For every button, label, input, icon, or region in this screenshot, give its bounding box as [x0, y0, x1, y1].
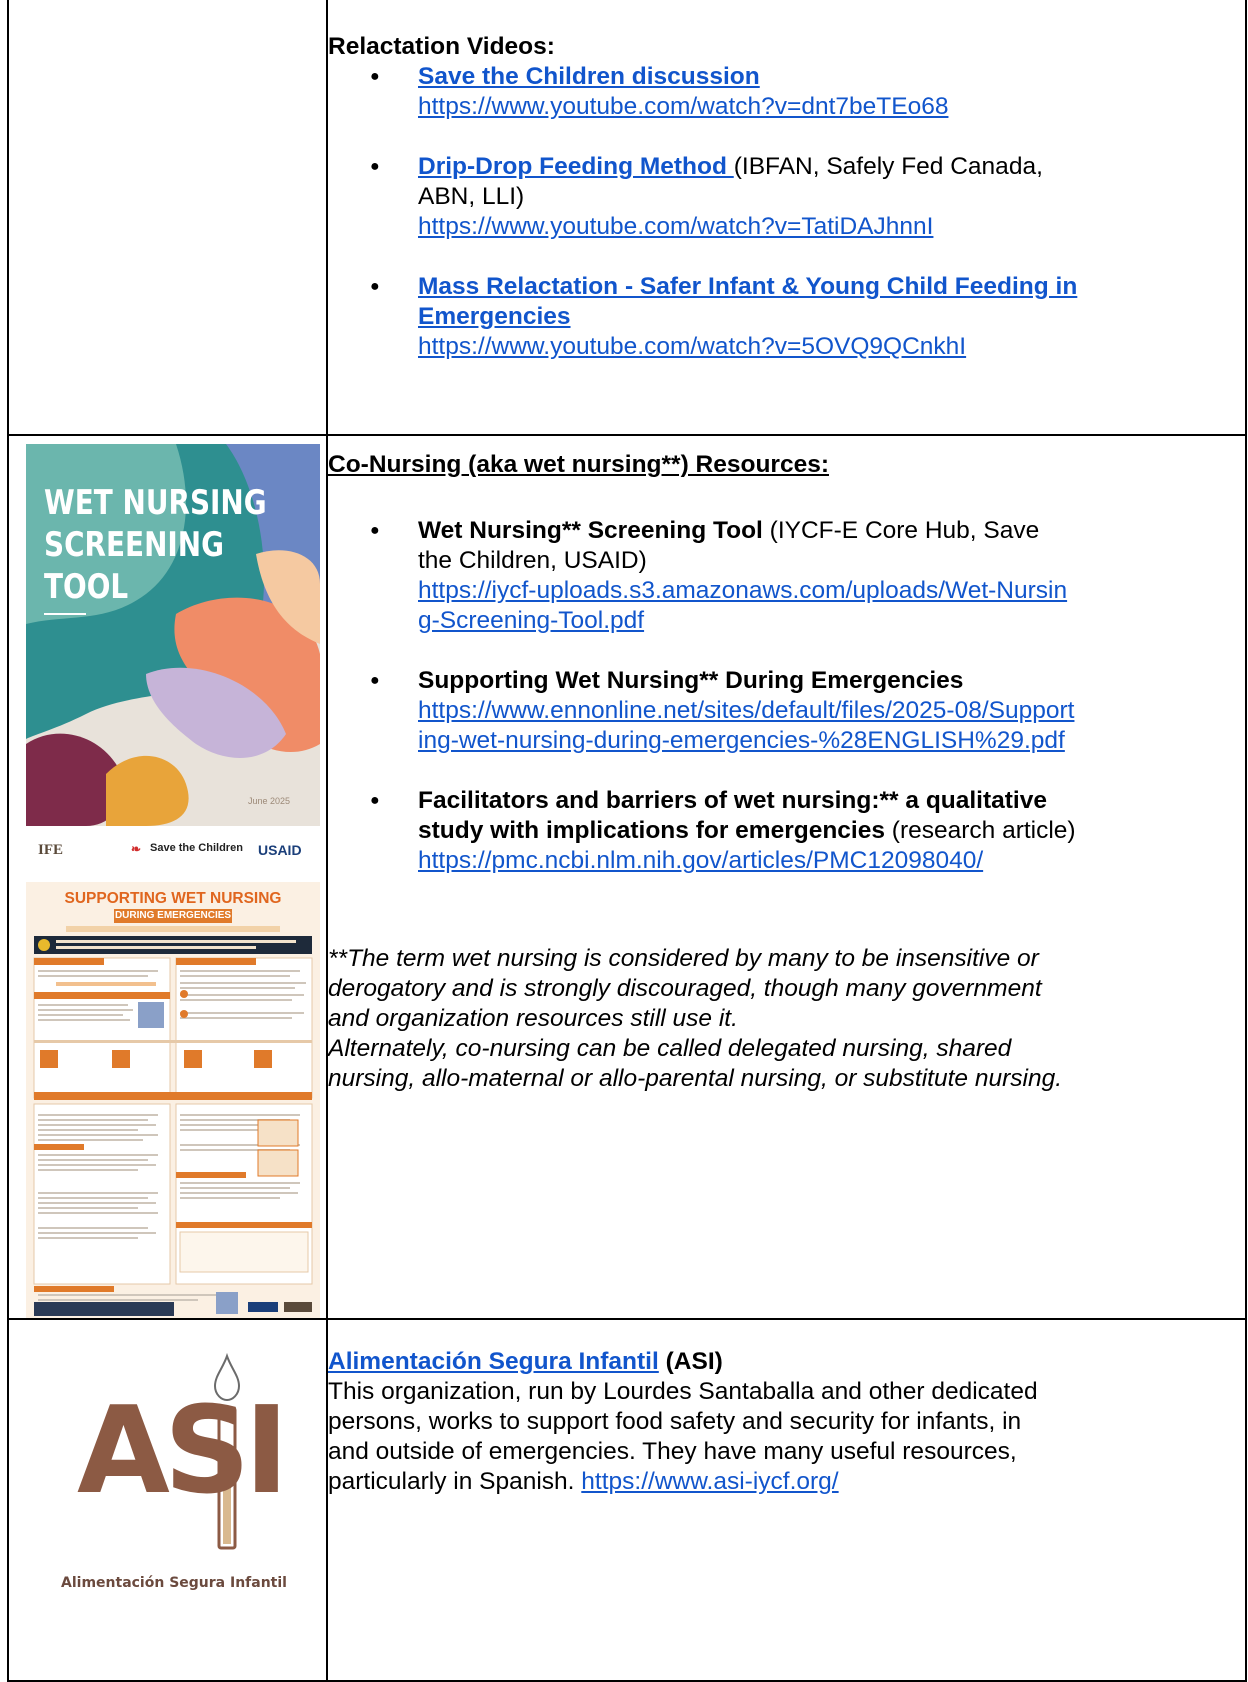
empty-cell — [7, 0, 328, 436]
resource-note: the Children, USAID) — [418, 547, 647, 574]
asi-desc-line: This organization, run by Lourdes Santab… — [328, 1378, 1038, 1405]
video-list: Save the Children discussion https://www… — [328, 62, 1245, 362]
resource-title: Wet Nursing** Screening Tool — [418, 517, 763, 544]
resource-table: Relactation Videos: Save the Children di… — [7, 0, 1247, 1682]
list-item: Facilitators and barriers of wet nursing… — [328, 786, 1245, 876]
infographic-body — [33, 926, 313, 1316]
note-line: **The term wet nursing is considered by … — [328, 945, 1039, 972]
asi-caption: Alimentación Segura Infantil — [61, 1575, 287, 1591]
table-row: ASI Alimentación Segura Infantil Aliment… — [7, 1318, 1247, 1682]
section-heading: Co-Nursing (aka wet nursing**) Resources… — [328, 451, 829, 478]
usaid-logo: USAID — [258, 842, 302, 858]
list-item: Wet Nursing** Screening Tool (IYCF-E Cor… — [328, 516, 1245, 636]
resource-url[interactable]: https://iycf-uploads.s3.amazonaws.com/up… — [418, 577, 1067, 604]
note-line: Alternately, co-nursing can be called de… — [328, 1035, 1012, 1062]
asi-desc-line: and outside of emergencies. They have ma… — [328, 1438, 1017, 1465]
asi-url[interactable]: https://www.asi-iycf.org/ — [581, 1468, 838, 1495]
resource-url[interactable]: g-Screening-Tool.pdf — [418, 607, 644, 634]
resource-list: Wet Nursing** Screening Tool (IYCF-E Cor… — [328, 516, 1245, 876]
video-link-title[interactable]: Emergencies — [418, 303, 571, 330]
asi-cell: Alimentación Segura Infantil (ASI) This … — [326, 1318, 1247, 1682]
video-link-title[interactable]: Drip-Drop Feeding Method — [418, 153, 734, 180]
asi-title: Alimentación Segura Infantil (ASI) — [328, 1347, 1245, 1377]
asi-letters: ASI — [77, 1382, 289, 1521]
list-item: Mass Relactation - Safer Infant & Young … — [328, 272, 1245, 362]
list-item: Supporting Wet Nursing** During Emergenc… — [328, 666, 1245, 756]
cover-title-line: TOOL — [44, 567, 129, 607]
video-link-title[interactable]: Save the Children discussion — [418, 63, 760, 90]
save-the-children-logo-icon: ❧ — [131, 842, 142, 856]
cover-title: WET NURSING SCREENING TOOL — [44, 482, 306, 608]
note-line: nursing, allo-maternal or allo-parental … — [328, 1065, 1063, 1092]
asi-logo: ASI Alimentación Segura Infantil — [9, 1320, 326, 1620]
resource-url[interactable]: https://www.ennonline.net/sites/default/… — [418, 697, 1074, 724]
ife-logo: IFE — [38, 842, 64, 858]
asi-link[interactable]: Alimentación Segura Infantil — [328, 1348, 659, 1375]
resource-title: study with implications for emergencies — [418, 817, 885, 844]
list-item: Save the Children discussion https://www… — [328, 62, 1245, 122]
resource-url[interactable]: https://pmc.ncbi.nlm.nih.gov/articles/PM… — [418, 847, 983, 874]
video-link-title[interactable]: Mass Relactation - Safer Infant & Young … — [418, 273, 1077, 300]
video-note: (IBFAN, Safely Fed Canada, — [733, 153, 1043, 180]
note-line: and organization resources still use it. — [328, 1005, 738, 1032]
save-the-children-logo: Save the Children — [150, 842, 243, 854]
supporting-wet-nursing-infographic: SUPPORTING WET NURSING DURING EMERGENCIE… — [26, 882, 320, 1318]
list-item: Drip-Drop Feeding Method (IBFAN, Safely … — [328, 152, 1245, 242]
resource-note: (research article) — [884, 817, 1076, 844]
resource-title: Supporting Wet Nursing** During Emergenc… — [418, 667, 964, 694]
wet-nursing-screening-tool-cover: WET NURSING SCREENING TOOL June 2025 — [26, 444, 320, 826]
note-line: derogatory and is strongly discouraged, … — [328, 975, 1042, 1002]
resource-url[interactable]: ing-wet-nursing-during-emergencies-%28EN… — [418, 727, 1065, 754]
table-row: WET NURSING SCREENING TOOL June 2025 IFE… — [7, 434, 1247, 1320]
logo-cell: ASI Alimentación Segura Infantil — [7, 1318, 328, 1682]
asi-desc-line: persons, works to support food safety an… — [328, 1408, 1022, 1435]
poster-cell: WET NURSING SCREENING TOOL June 2025 IFE… — [7, 434, 328, 1320]
video-note: ABN, LLI) — [418, 183, 525, 210]
cover-date: June 2025 — [247, 796, 290, 806]
cover-title-line: WET NURSING — [44, 483, 267, 523]
section-heading: Relactation Videos: — [328, 33, 555, 60]
resource-note: (IYCF-E Core Hub, Save — [762, 517, 1040, 544]
video-url[interactable]: https://www.youtube.com/watch?v=dnt7beTE… — [418, 93, 948, 120]
asi-desc-text: particularly in Spanish. — [328, 1468, 582, 1495]
terminology-note: **The term wet nursing is considered by … — [328, 944, 1245, 1094]
video-url[interactable]: https://www.youtube.com/watch?v=5OVQ9QCn… — [418, 333, 966, 360]
co-nursing-cell: Co-Nursing (aka wet nursing**) Resources… — [326, 434, 1247, 1320]
resource-title: Facilitators and barriers of wet nursing… — [418, 787, 1047, 814]
relactation-cell: Relactation Videos: Save the Children di… — [326, 0, 1247, 436]
cover-logos: IFE ❧ Save the Children USAID — [26, 826, 320, 878]
asi-desc-line: particularly in Spanish. https://www.asi… — [328, 1467, 1245, 1497]
table-row: Relactation Videos: Save the Children di… — [7, 0, 1247, 436]
asi-suffix: (ASI) — [658, 1348, 723, 1375]
video-url[interactable]: https://www.youtube.com/watch?v=TatiDAJh… — [418, 213, 933, 240]
cover-title-line: SCREENING — [44, 525, 225, 565]
